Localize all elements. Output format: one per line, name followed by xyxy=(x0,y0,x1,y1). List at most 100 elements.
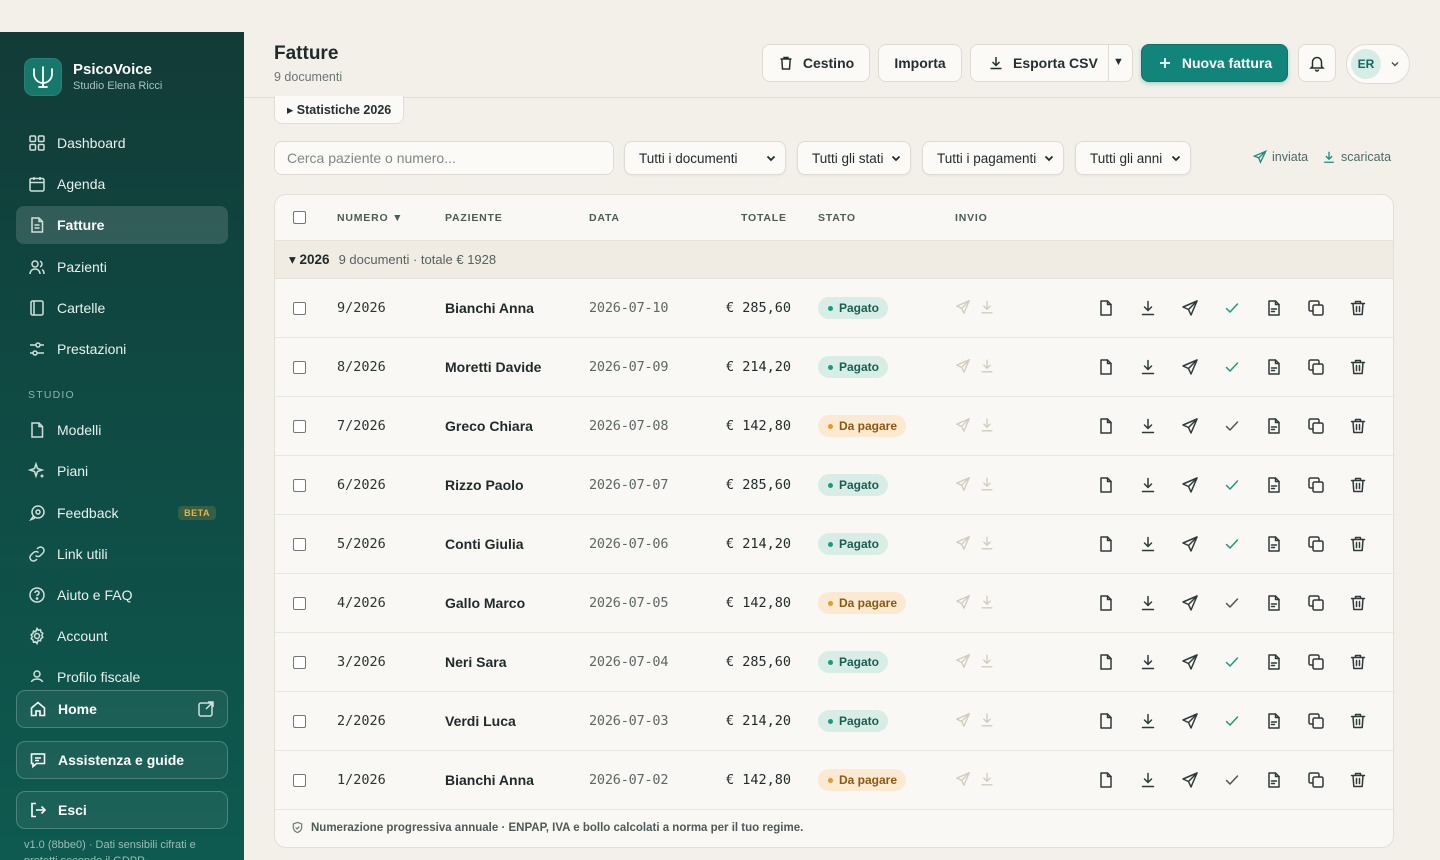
delete-icon[interactable] xyxy=(1349,358,1367,376)
delete-icon[interactable] xyxy=(1349,299,1367,317)
receipt-icon[interactable] xyxy=(1265,299,1283,317)
notifications-button[interactable] xyxy=(1298,44,1336,82)
duplicate-icon[interactable] xyxy=(1307,771,1325,789)
patient-name[interactable]: Verdi Luca xyxy=(445,713,516,729)
send-icon[interactable] xyxy=(1181,299,1199,317)
stats-toggle[interactable]: ▸ Statistiche 2026 xyxy=(274,96,405,124)
receipt-icon[interactable] xyxy=(1265,712,1283,730)
delete-icon[interactable] xyxy=(1349,712,1367,730)
download-icon[interactable] xyxy=(1139,358,1157,376)
delete-icon[interactable] xyxy=(1349,535,1367,553)
select-all-checkbox[interactable] xyxy=(293,211,306,224)
home-button[interactable]: Home xyxy=(16,690,228,728)
table-row[interactable]: 5/2026 Conti Giulia 2026-07-06 € 214,20 Paga… xyxy=(275,515,1393,574)
invoice-number[interactable]: 2/2026 xyxy=(337,713,386,729)
row-checkbox[interactable] xyxy=(293,361,306,374)
mark-paid-check-icon[interactable] xyxy=(1223,358,1241,376)
delete-icon[interactable] xyxy=(1349,771,1367,789)
delete-icon[interactable] xyxy=(1349,594,1367,612)
send-icon[interactable] xyxy=(1181,712,1199,730)
row-checkbox[interactable] xyxy=(293,656,306,669)
nav-item-cartelle[interactable]: Cartelle xyxy=(16,289,228,327)
view-document-icon[interactable] xyxy=(1097,594,1115,612)
download-icon[interactable] xyxy=(1139,712,1157,730)
download-icon[interactable] xyxy=(1139,771,1157,789)
row-checkbox[interactable] xyxy=(293,420,306,433)
nav-item-agenda[interactable]: Agenda xyxy=(16,165,228,203)
row-checkbox[interactable] xyxy=(293,479,306,492)
mark-paid-check-icon[interactable] xyxy=(1223,771,1241,789)
nav-item-dashboard[interactable]: Dashboard xyxy=(16,124,228,162)
view-document-icon[interactable] xyxy=(1097,653,1115,671)
col-numero[interactable]: NUMERO ▼ xyxy=(337,212,403,224)
view-document-icon[interactable] xyxy=(1097,712,1115,730)
invoice-number[interactable]: 8/2026 xyxy=(337,359,386,375)
nav-item-pazienti[interactable]: Pazienti xyxy=(16,248,228,286)
view-document-icon[interactable] xyxy=(1097,535,1115,553)
nav-item-piani[interactable]: Piani xyxy=(16,452,228,490)
support-button[interactable]: Assistenza e guide xyxy=(16,741,228,779)
view-document-icon[interactable] xyxy=(1097,771,1115,789)
receipt-icon[interactable] xyxy=(1265,358,1283,376)
import-button[interactable]: Importa xyxy=(878,44,962,82)
mark-paid-check-icon[interactable] xyxy=(1223,594,1241,612)
download-icon[interactable] xyxy=(1139,417,1157,435)
delete-icon[interactable] xyxy=(1349,653,1367,671)
patient-name[interactable]: Neri Sara xyxy=(445,654,506,670)
export-csv-button[interactable]: Esporta CSV ▼ xyxy=(970,44,1133,82)
view-document-icon[interactable] xyxy=(1097,358,1115,376)
duplicate-icon[interactable] xyxy=(1307,476,1325,494)
table-row[interactable]: 6/2026 Rizzo Paolo 2026-07-07 € 285,60 Pagat… xyxy=(275,456,1393,515)
invoice-number[interactable]: 5/2026 xyxy=(337,536,386,552)
send-icon[interactable] xyxy=(1181,358,1199,376)
row-checkbox[interactable] xyxy=(293,302,306,315)
receipt-icon[interactable] xyxy=(1265,476,1283,494)
receipt-icon[interactable] xyxy=(1265,771,1283,789)
invoice-number[interactable]: 6/2026 xyxy=(337,477,386,493)
receipt-icon[interactable] xyxy=(1265,417,1283,435)
row-checkbox[interactable] xyxy=(293,774,306,787)
search-input[interactable] xyxy=(274,141,614,175)
export-dropdown-chevron-icon[interactable]: ▼ xyxy=(1113,56,1124,68)
duplicate-icon[interactable] xyxy=(1307,299,1325,317)
year-group-header[interactable]: ▾ 2026 9 documenti · totale € 1928 xyxy=(275,241,1393,279)
mark-paid-check-icon[interactable] xyxy=(1223,653,1241,671)
nav-item-account[interactable]: Account xyxy=(16,617,228,655)
send-icon[interactable] xyxy=(1181,417,1199,435)
table-row[interactable]: 9/2026 Bianchi Anna 2026-07-10 € 285,60 Paga… xyxy=(275,279,1393,338)
nav-item-feedback[interactable]: Feedback BETA xyxy=(16,494,228,532)
user-menu[interactable]: ER xyxy=(1346,44,1410,84)
payments-filter-select[interactable]: Tutti i pagamenti xyxy=(922,141,1064,175)
nav-item-link-utili[interactable]: Link utili xyxy=(16,535,228,573)
nav-item-fatture[interactable]: Fatture xyxy=(16,206,228,245)
patient-name[interactable]: Bianchi Anna xyxy=(445,772,534,788)
new-invoice-button[interactable]: Nuova fattura xyxy=(1141,44,1288,82)
documents-filter-select[interactable]: Tutti i documenti xyxy=(624,141,786,175)
download-icon[interactable] xyxy=(1139,299,1157,317)
nav-item-modelli[interactable]: Modelli xyxy=(16,411,228,449)
delete-icon[interactable] xyxy=(1349,476,1367,494)
nav-item-aiuto[interactable]: Aiuto e FAQ xyxy=(16,576,228,614)
states-filter-select[interactable]: Tutti gli stati xyxy=(797,141,911,175)
mark-paid-check-icon[interactable] xyxy=(1223,417,1241,435)
logout-button[interactable]: Esci xyxy=(16,791,228,829)
duplicate-icon[interactable] xyxy=(1307,358,1325,376)
patient-name[interactable]: Moretti Davide xyxy=(445,359,541,375)
view-document-icon[interactable] xyxy=(1097,299,1115,317)
table-row[interactable]: 7/2026 Greco Chiara 2026-07-08 € 142,80 Da p… xyxy=(275,397,1393,456)
receipt-icon[interactable] xyxy=(1265,653,1283,671)
invoice-number[interactable]: 9/2026 xyxy=(337,300,386,316)
patient-name[interactable]: Rizzo Paolo xyxy=(445,477,524,493)
table-row[interactable]: 2/2026 Verdi Luca 2026-07-03 € 214,20 Pagato xyxy=(275,692,1393,751)
row-checkbox[interactable] xyxy=(293,715,306,728)
send-icon[interactable] xyxy=(1181,653,1199,671)
row-checkbox[interactable] xyxy=(293,538,306,551)
duplicate-icon[interactable] xyxy=(1307,417,1325,435)
invoice-number[interactable]: 3/2026 xyxy=(337,654,386,670)
mark-paid-check-icon[interactable] xyxy=(1223,535,1241,553)
trash-button[interactable]: Cestino xyxy=(762,44,870,82)
delete-icon[interactable] xyxy=(1349,417,1367,435)
mark-paid-check-icon[interactable] xyxy=(1223,712,1241,730)
download-icon[interactable] xyxy=(1139,476,1157,494)
receipt-icon[interactable] xyxy=(1265,535,1283,553)
